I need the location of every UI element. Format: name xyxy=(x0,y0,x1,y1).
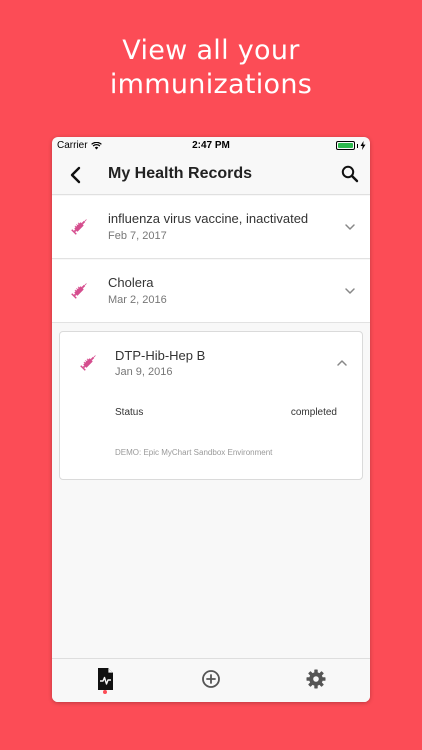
syringe-icon xyxy=(71,283,87,299)
battery-icon xyxy=(335,141,367,150)
record-row-cholera[interactable]: Cholera Mar 2, 2016 xyxy=(52,260,370,323)
tab-bar xyxy=(52,658,370,702)
chevron-up-icon[interactable] xyxy=(336,358,348,368)
syringe-icon xyxy=(80,355,96,371)
charging-bolt-icon xyxy=(360,141,366,150)
syringe-icon xyxy=(71,219,87,235)
gear-icon[interactable] xyxy=(304,667,328,691)
record-name: DTP-Hib-Hep B xyxy=(115,348,206,363)
expanded-record-card[interactable]: DTP-Hib-Hep B Jan 9, 2016 Status complet… xyxy=(59,331,363,480)
record-row-influenza[interactable]: influenza virus vaccine, inactivated Feb… xyxy=(52,196,370,259)
status-bar: Carrier 2:47 PM xyxy=(52,137,370,155)
record-date: Jan 9, 2016 xyxy=(115,366,173,378)
back-chevron-icon[interactable] xyxy=(66,165,86,185)
status-label: Status xyxy=(115,407,144,418)
headline-line-2: immunizations xyxy=(109,69,313,100)
record-date: Mar 2, 2016 xyxy=(108,294,167,306)
search-icon[interactable] xyxy=(340,164,360,184)
chevron-down-icon[interactable] xyxy=(344,286,356,296)
page-title: My Health Records xyxy=(108,165,253,182)
record-name: Cholera xyxy=(108,275,154,290)
clock: 2:47 PM xyxy=(192,140,230,151)
record-name: influenza virus vaccine, inactivated xyxy=(108,211,309,226)
promo-headline: View all your immunizations xyxy=(0,34,422,102)
headline-line-1: View all your xyxy=(122,35,300,66)
chevron-down-icon[interactable] xyxy=(344,222,356,232)
phone-screen: Carrier 2:47 PM My Health Records influe… xyxy=(52,137,370,702)
record-source: DEMO: Epic MyChart Sandbox Environment xyxy=(115,448,273,457)
navigation-bar: My Health Records xyxy=(52,155,370,195)
active-tab-indicator xyxy=(103,690,107,694)
health-record-icon[interactable] xyxy=(93,667,117,691)
record-date: Feb 7, 2017 xyxy=(108,230,167,242)
status-value: completed xyxy=(290,407,337,418)
add-circle-icon[interactable] xyxy=(199,667,223,691)
